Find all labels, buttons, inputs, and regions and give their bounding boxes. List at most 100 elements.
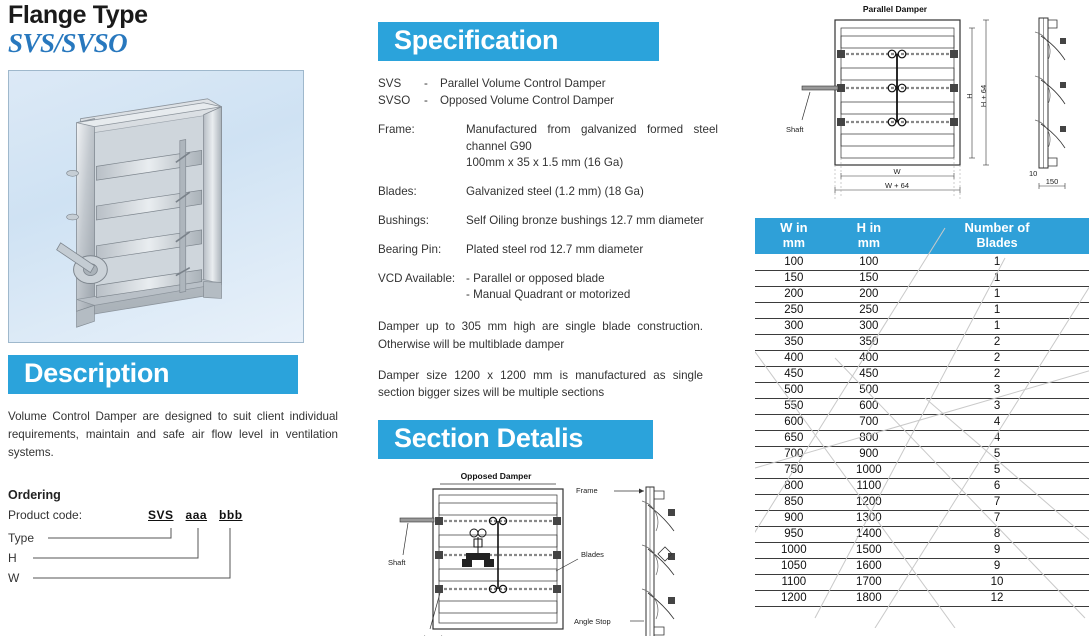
table-row: 1100 1700 10 xyxy=(755,574,1089,591)
spec-item-bearing-pin: Bearing Pin: Plated steel rod 12.7 mm di… xyxy=(378,242,718,259)
label-depth-small: 10 xyxy=(1029,169,1037,178)
damper-photo-illustration xyxy=(56,98,222,328)
table-cell: 7 xyxy=(905,494,1089,511)
table-cell: 850 xyxy=(755,494,833,511)
label-blades: Blades xyxy=(581,550,604,559)
spec-key-vcd: VCD Available: xyxy=(378,271,456,285)
spec-val-bushings: Self Oiling bronze bushings 12.7 mm diam… xyxy=(466,214,704,228)
table-cell: 650 xyxy=(755,430,833,447)
spec-item-blades: Blades: Galvanized steel (1.2 mm) (18 Ga… xyxy=(378,184,718,201)
table-row: 400 400 2 xyxy=(755,350,1089,367)
table-row: 150 150 1 xyxy=(755,270,1089,287)
col-header-w: W in mm xyxy=(755,218,833,255)
label-parallel-shaft: Shaft xyxy=(786,125,804,134)
table-cell: 1200 xyxy=(832,494,906,511)
table-row: 500 500 3 xyxy=(755,382,1089,399)
spec-paragraph-1: Damper up to 305 mm high are single blad… xyxy=(378,320,703,351)
table-row: 800 1100 6 xyxy=(755,478,1089,495)
abbr-dash-svs: - xyxy=(424,77,428,91)
leader-label-type: Type xyxy=(8,530,35,545)
table-cell: 4 xyxy=(905,414,1089,431)
table-cell: 12 xyxy=(905,590,1089,607)
col-header-blades: Number of Blades xyxy=(905,218,1089,255)
frame-line-3: 100mm x 35 x 1.5 mm (16 Ga) xyxy=(466,156,624,170)
table-cell: 1 xyxy=(905,270,1089,287)
table-cell: 9 xyxy=(905,558,1089,575)
spec-item-bushings: Bushings: Self Oiling bronze bushings 12… xyxy=(378,213,718,230)
model-title: SVS/SVSO xyxy=(8,28,128,59)
opposed-damper-svg: Opposed Damper Shaft Blades Frame Angle … xyxy=(388,471,675,636)
table-cell: 1 xyxy=(905,286,1089,303)
spec-val-frame: Manufactured from galvanized formed stee… xyxy=(466,122,718,172)
code-part-h: aaa xyxy=(185,507,208,522)
label-w-plus: W + 64 xyxy=(885,181,909,190)
table-row: 750 1000 5 xyxy=(755,462,1089,479)
table-cell: 550 xyxy=(755,398,833,415)
opposed-damper-drawing: Opposed Damper Shaft Blades Frame Angle … xyxy=(378,469,718,636)
table-cell: 700 xyxy=(832,414,906,431)
table-cell: 900 xyxy=(832,446,906,463)
table-cell: 350 xyxy=(755,334,833,351)
description-banner: Description xyxy=(8,354,298,394)
col-header-w-sub: mm xyxy=(782,235,805,250)
table-cell: 10 xyxy=(905,574,1089,591)
specification-banner: Specification xyxy=(378,22,659,62)
table-cell: 5 xyxy=(905,462,1089,479)
table-cell: 1100 xyxy=(832,478,906,495)
table-cell: 100 xyxy=(832,254,906,271)
leader-lines xyxy=(33,527,231,579)
table-cell: 1400 xyxy=(832,526,906,543)
table-cell: 1600 xyxy=(832,558,906,575)
leader-label-h: H xyxy=(8,550,17,565)
product-code-row: Product code: SVS aaa bbb xyxy=(8,508,308,522)
page-title: Flange Type xyxy=(8,1,148,29)
table-cell: 200 xyxy=(755,286,833,303)
table-row: 200 200 1 xyxy=(755,286,1089,303)
table-row: 850 1200 7 xyxy=(755,494,1089,511)
spec-val-blades: Galvanized steel (1.2 mm) (18 Ga) xyxy=(466,185,644,199)
table-cell: 700 xyxy=(755,446,833,463)
table-cell: 3 xyxy=(905,382,1089,399)
abbr-svso: SVSO - Opposed Volume Control Damper xyxy=(378,92,718,109)
abbr-dash-svso: - xyxy=(424,94,428,108)
table-row: 1000 1500 9 xyxy=(755,542,1089,559)
table-cell: 4 xyxy=(905,430,1089,447)
table-cell: 950 xyxy=(755,526,833,543)
abbr-code-svso: SVSO xyxy=(378,94,411,108)
description-text: Volume Control Damper are designed to su… xyxy=(8,409,338,459)
table-cell: 8 xyxy=(905,526,1089,543)
table-cell: 1050 xyxy=(755,558,833,575)
frame-line-1: Manufactured from galvanized formed stee… xyxy=(466,122,718,136)
label-angle-stop: Angle Stop xyxy=(574,617,611,626)
table-cell: 150 xyxy=(832,270,906,287)
table-row: 700 900 5 xyxy=(755,446,1089,463)
size-table-body: 100 100 1 150 150 1 200 200 1 250 250 1 300 300 1 350 35… xyxy=(755,254,1089,607)
table-cell: 1 xyxy=(905,254,1089,271)
col-header-blades-main: Number of xyxy=(964,220,1030,235)
table-cell: 800 xyxy=(832,430,906,447)
middle-column: Specification SVS - Parallel Volume Contro… xyxy=(378,0,718,636)
parallel-damper-title: Parallel Damper xyxy=(863,4,928,14)
table-row: 950 1400 8 xyxy=(755,526,1089,543)
code-part-type: SVS xyxy=(148,507,174,522)
table-cell: 1200 xyxy=(755,590,833,607)
vcd-line-1: - Parallel or opposed blade xyxy=(466,271,605,285)
product-photo xyxy=(8,69,304,343)
frame-line-2: channel G90 xyxy=(466,139,532,153)
label-frame: Frame xyxy=(576,486,598,495)
left-column: Flange Type SVS/SVSO Description Volume … xyxy=(8,0,368,592)
size-table-header-row: W in mm H in mm Number of Blades xyxy=(755,218,1089,255)
table-row: 250 250 1 xyxy=(755,302,1089,319)
table-cell: 1000 xyxy=(755,542,833,559)
table-cell: 2 xyxy=(905,334,1089,351)
ordering-title: Ordering xyxy=(8,487,61,502)
table-cell: 900 xyxy=(755,510,833,527)
table-cell: 500 xyxy=(832,382,906,399)
spec-key-bearing-pin: Bearing Pin: xyxy=(378,242,442,256)
table-cell: 2 xyxy=(905,350,1089,367)
table-cell: 5 xyxy=(905,446,1089,463)
table-cell: 250 xyxy=(832,302,906,319)
table-cell: 3 xyxy=(905,398,1089,415)
col-header-h-main: H in xyxy=(856,220,882,235)
table-cell: 300 xyxy=(832,318,906,335)
